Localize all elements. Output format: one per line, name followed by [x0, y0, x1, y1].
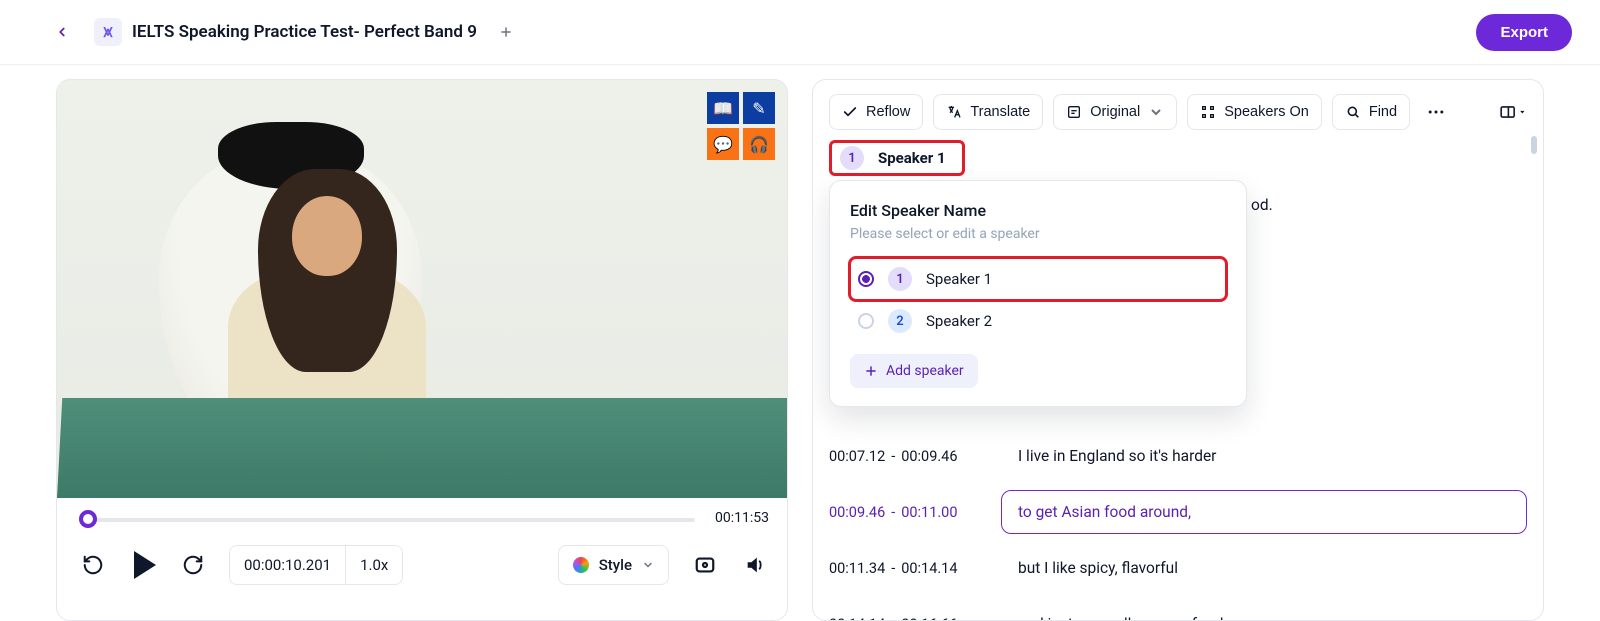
find-button[interactable]: Find	[1332, 94, 1410, 130]
add-speaker-button[interactable]: Add speaker	[850, 354, 978, 388]
reflow-label: Reflow	[866, 104, 910, 120]
export-button[interactable]: Export	[1476, 14, 1572, 51]
speaker-option-2[interactable]: 2 Speaker 2	[850, 300, 1226, 342]
segment-text[interactable]: to get Asian food around,	[1001, 490, 1527, 534]
translate-button[interactable]: Translate	[933, 94, 1043, 130]
time-and-rate: 00:00:10.201 1.0x	[229, 545, 403, 585]
play-icon	[134, 551, 156, 579]
translate-label: Translate	[970, 104, 1030, 120]
segment-text[interactable]: I live in England so it's harder	[1001, 434, 1527, 478]
video-panel: 📖 ✎ 💬 🎧 00:11:53 00:00:10.201 1.	[56, 79, 788, 621]
radio-icon	[858, 271, 874, 287]
chat-icon: 💬	[707, 128, 739, 160]
speakers-toggle-button[interactable]: Speakers On	[1187, 94, 1322, 130]
speaker-option-number: 1	[888, 267, 912, 291]
speakers-icon	[1200, 104, 1216, 120]
video-placeholder-person	[203, 164, 451, 432]
add-tab-button[interactable]	[493, 19, 519, 45]
find-label: Find	[1369, 104, 1397, 120]
book-icon: 📖	[707, 92, 739, 124]
plus-icon	[864, 364, 878, 378]
segment-times[interactable]: 00:14.14-00:16.66	[829, 616, 979, 621]
speakers-label: Speakers On	[1224, 104, 1309, 120]
forward-icon	[182, 554, 204, 576]
segment-times[interactable]: 00:07.12-00:09.46	[829, 448, 979, 465]
layout-toggle-button[interactable]	[1499, 98, 1527, 126]
fullscreen-icon	[694, 554, 716, 576]
forward-button[interactable]	[179, 551, 207, 579]
transcript-list: 00:07.12-00:09.46 I live in England so i…	[829, 434, 1527, 621]
scrollbar-thumb[interactable]	[1531, 136, 1537, 154]
rewind-icon	[82, 554, 104, 576]
style-color-icon	[573, 557, 589, 573]
original-label: Original	[1090, 104, 1140, 120]
back-button[interactable]	[48, 18, 76, 46]
transcript-row[interactable]: 00:07.12-00:09.46 I live in England so i…	[829, 434, 1527, 478]
search-icon	[1345, 104, 1361, 120]
check-icon	[842, 104, 858, 120]
chevron-down-icon	[1148, 104, 1164, 120]
document-icon-glyph: ⩙	[103, 22, 112, 42]
transcript-toolbar: Reflow Translate Original Speakers On Fi…	[829, 94, 1527, 130]
pen-icon: ✎	[743, 92, 775, 124]
topbar: ⩙ IELTS Speaking Practice Test- Perfect …	[0, 0, 1600, 65]
chevron-down-icon	[642, 559, 654, 571]
speaker-option-1[interactable]: 1 Speaker 1	[850, 258, 1226, 300]
player-controls: 00:00:10.201 1.0x Style	[57, 540, 787, 598]
document-small-icon	[1066, 104, 1082, 120]
style-label: Style	[599, 556, 632, 574]
segment-times[interactable]: 00:09.46-00:11.00	[829, 504, 979, 521]
transcript-row[interactable]: 00:09.46-00:11.00 to get Asian food arou…	[829, 490, 1527, 534]
timeline-track[interactable]	[85, 518, 695, 522]
play-button[interactable]	[129, 551, 157, 579]
transcript-row[interactable]: 00:14.14-00:16.66 and just generally sav…	[829, 602, 1527, 621]
radio-icon	[858, 313, 874, 329]
timeline-thumb[interactable]	[79, 510, 97, 528]
more-horizontal-icon	[1426, 102, 1446, 122]
layout-icon	[1499, 102, 1516, 122]
volume-button[interactable]	[741, 551, 769, 579]
segment-text[interactable]: but I like spicy, flavorful	[1001, 546, 1527, 590]
popup-subtitle: Please select or edit a speaker	[850, 226, 1226, 242]
chevron-left-icon	[55, 25, 69, 39]
headphones-icon: 🎧	[743, 128, 775, 160]
timeline[interactable]: 00:11:53	[57, 498, 787, 540]
transcript-panel: Reflow Translate Original Speakers On Fi…	[812, 79, 1544, 621]
original-button[interactable]: Original	[1053, 94, 1177, 130]
document-title[interactable]: IELTS Speaking Practice Test- Perfect Ba…	[132, 22, 477, 42]
segment-text[interactable]: and just generally savory food.	[1001, 602, 1527, 621]
segment-times[interactable]: 00:11.34-00:14.14	[829, 560, 979, 577]
more-options-button[interactable]	[1422, 98, 1450, 126]
speaker-option-number: 2	[888, 309, 912, 333]
edit-speaker-popup: Edit Speaker Name Please select or edit …	[829, 180, 1247, 407]
fullscreen-button[interactable]	[691, 551, 719, 579]
current-time[interactable]: 00:00:10.201	[230, 546, 346, 584]
speaker-chip[interactable]: 1 Speaker 1	[829, 140, 965, 176]
style-button[interactable]: Style	[558, 545, 669, 585]
reflow-button[interactable]: Reflow	[829, 94, 923, 130]
speaker-option-label: Speaker 2	[926, 312, 992, 330]
speaker-option-label: Speaker 1	[926, 270, 992, 288]
speaker-chip-name: Speaker 1	[878, 149, 946, 167]
popup-title: Edit Speaker Name	[850, 201, 1226, 220]
speaker-chip-number: 1	[840, 146, 864, 170]
caret-down-icon	[1518, 107, 1527, 117]
plus-icon	[499, 25, 513, 39]
transcript-text-peek: od.	[1251, 196, 1273, 214]
video-placeholder-table	[57, 398, 787, 498]
workspace: 📖 ✎ 💬 🎧 00:11:53 00:00:10.201 1.	[0, 65, 1600, 621]
video-frame[interactable]: 📖 ✎ 💬 🎧	[57, 80, 787, 498]
document-icon: ⩙	[94, 18, 122, 46]
timeline-duration: 00:11:53	[715, 510, 769, 526]
add-speaker-label: Add speaker	[886, 363, 964, 379]
rewind-button[interactable]	[79, 551, 107, 579]
transcript-row[interactable]: 00:11.34-00:14.14 but I like spicy, flav…	[829, 546, 1527, 590]
video-overlay-badges: 📖 ✎ 💬 🎧	[707, 92, 775, 160]
playback-rate[interactable]: 1.0x	[346, 546, 402, 584]
translate-icon	[946, 104, 962, 120]
volume-icon	[744, 554, 766, 576]
